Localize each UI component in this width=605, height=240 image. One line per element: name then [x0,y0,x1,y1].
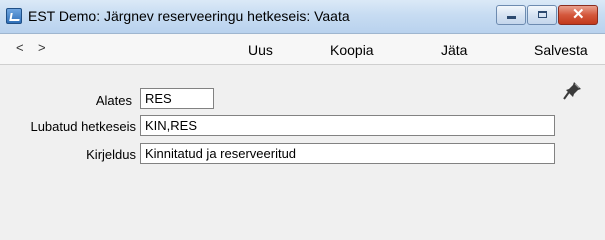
close-button[interactable]: ✕ [558,5,598,25]
kirjeldus-label: Kirjeldus [86,147,136,162]
minimize-icon [507,16,516,19]
alates-field[interactable] [140,88,214,109]
alates-label: Alates [95,93,132,108]
title-bar: EST Demo: Järgnev reserveeringu hetkesei… [0,0,605,34]
next-record-button[interactable]: > [38,40,46,55]
minimize-button[interactable] [496,5,526,25]
cancel-button[interactable]: Jäta [441,42,467,58]
kirjeldus-field[interactable] [140,143,555,164]
maximize-button[interactable] [527,5,557,25]
window-title: EST Demo: Järgnev reserveeringu hetkesei… [28,8,350,24]
lubatud-hetkeseis-label: Lubatud hetkeseis [30,119,136,134]
save-button[interactable]: Salvesta [534,42,588,58]
app-icon [6,8,22,24]
pin-icon[interactable] [563,80,583,100]
new-button[interactable]: Uus [248,42,273,58]
maximize-icon [538,11,547,18]
lubatud-hetkeseis-field[interactable] [140,115,555,136]
copy-button[interactable]: Koopia [330,42,374,58]
toolbar: < > Uus Koopia Jäta Salvesta [0,34,605,65]
close-icon: ✕ [572,6,585,23]
previous-record-button[interactable]: < [16,40,24,55]
